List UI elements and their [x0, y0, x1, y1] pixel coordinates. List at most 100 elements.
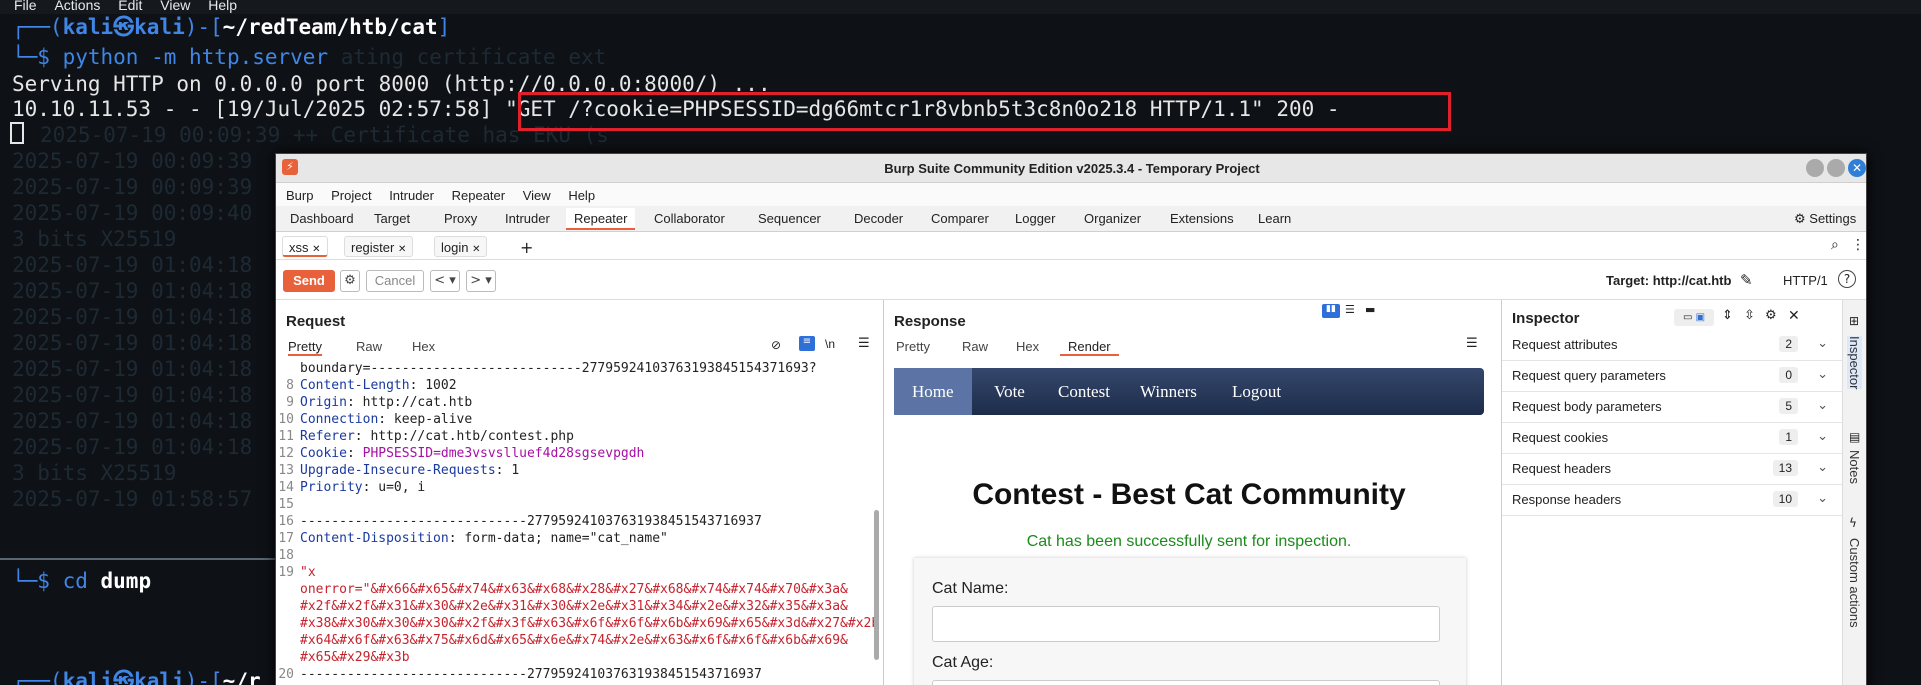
tab-extensions[interactable]: Extensions: [1162, 208, 1242, 230]
split-horizontal-icon[interactable]: ☰: [1345, 303, 1355, 316]
tab-learn[interactable]: Learn: [1250, 208, 1299, 230]
menu-view[interactable]: View: [160, 0, 190, 12]
tab-repeater[interactable]: Repeater: [566, 208, 636, 230]
more-icon[interactable]: ⋮: [1851, 237, 1865, 253]
inspector-row[interactable]: Request cookies 1 ⌄: [1502, 423, 1842, 454]
nav-home[interactable]: Home: [894, 368, 972, 415]
menu-view[interactable]: View: [523, 188, 551, 203]
close-icon[interactable]: ✕: [472, 244, 480, 255]
close-icon[interactable]: ✕: [1788, 308, 1800, 324]
menu-icon[interactable]: ☰: [858, 336, 870, 351]
chevron-down-icon[interactable]: ⌄: [1817, 367, 1828, 382]
ghost-log-line: 2025-07-19 01:04:18: [12, 279, 253, 303]
menu-intruder[interactable]: Intruder: [389, 188, 434, 203]
add-tab-icon[interactable]: +: [520, 238, 533, 257]
subtab-xss[interactable]: xss ✕: [282, 236, 328, 257]
code-line: 17 Content-Disposition: form-data; name="…: [276, 530, 876, 547]
close-icon[interactable]: ✕: [398, 244, 406, 255]
nav-vote[interactable]: Vote: [976, 368, 1043, 415]
cat-age-input[interactable]: [932, 680, 1440, 685]
tab-proxy[interactable]: Proxy: [436, 208, 485, 230]
tab-target[interactable]: Target: [366, 208, 418, 230]
inspector-row[interactable]: Request body parameters 5 ⌄: [1502, 392, 1842, 423]
cat-name-input[interactable]: [932, 606, 1440, 642]
nav-logout[interactable]: Logout: [1214, 368, 1299, 415]
chevron-down-icon[interactable]: ⌄: [1817, 429, 1828, 444]
subtab-register[interactable]: register ✕: [344, 236, 414, 257]
side-tab-notes[interactable]: Notes: [1847, 450, 1862, 484]
edit-target-icon[interactable]: ✎: [1740, 271, 1753, 289]
inspector-row[interactable]: Request headers 13 ⌄: [1502, 454, 1842, 485]
split-vertical-icon[interactable]: ▮▮: [1322, 304, 1340, 318]
window-titlebar[interactable]: ⚡ Burp Suite Community Edition v2025.3.4…: [276, 154, 1866, 183]
tab-sequencer[interactable]: Sequencer: [750, 208, 829, 230]
gear-icon[interactable]: ⚙: [340, 270, 360, 292]
lightning-icon: ϟ: [1849, 516, 1857, 530]
tab-collaborator[interactable]: Collaborator: [646, 208, 733, 230]
side-tab-custom-actions[interactable]: Custom actions: [1847, 538, 1862, 628]
menu-edit[interactable]: Edit: [118, 0, 142, 12]
header-name: Upgrade-Insecure-Requests: [300, 463, 496, 478]
inspector-row[interactable]: Request query parameters 0 ⌄: [1502, 361, 1842, 392]
menu-file[interactable]: File: [14, 0, 37, 12]
menu-repeater[interactable]: Repeater: [452, 188, 505, 203]
inspector-row[interactable]: Request attributes 2 ⌄: [1502, 330, 1842, 361]
tab-intruder[interactable]: Intruder: [497, 208, 558, 230]
payload-text: #x64&#x6f&#x63&#x75&#x6d&#x65&#x6e&#x74&…: [300, 633, 848, 648]
forward-button[interactable]: > ▾: [466, 270, 496, 292]
resp-view-render[interactable]: Render: [1060, 339, 1119, 356]
inspector-row[interactable]: Response headers 10 ⌄: [1502, 485, 1842, 516]
side-tab-inspector[interactable]: Inspector: [1847, 336, 1862, 390]
back-button[interactable]: < ▾: [430, 270, 460, 292]
layout-toggle[interactable]: ▭ ▣: [1674, 309, 1714, 326]
nav-contest[interactable]: Contest: [1040, 368, 1128, 415]
menu-actions[interactable]: Actions: [54, 0, 100, 12]
chevron-down-icon[interactable]: ⌄: [1817, 491, 1828, 506]
menu-icon[interactable]: ☰: [1466, 336, 1478, 351]
nav-winners[interactable]: Winners: [1122, 368, 1215, 415]
close-button[interactable]: ✕: [1848, 159, 1866, 177]
req-view-pretty[interactable]: Pretty: [288, 339, 322, 356]
search-icon[interactable]: ⌕: [1831, 237, 1839, 253]
chevron-down-icon[interactable]: ⌄: [1817, 398, 1828, 413]
payload-text: #x65&#x29&#x3b: [300, 650, 410, 665]
cancel-button[interactable]: Cancel: [366, 270, 424, 292]
inspector-row-label: Request headers: [1512, 461, 1612, 476]
menu-help[interactable]: Help: [208, 0, 237, 12]
resp-view-pretty[interactable]: Pretty: [896, 339, 930, 354]
resp-view-hex[interactable]: Hex: [1016, 339, 1039, 354]
settings-button[interactable]: ⚙ Settings: [1786, 208, 1864, 230]
tab-comparer[interactable]: Comparer: [923, 208, 997, 230]
req-view-hex[interactable]: Hex: [412, 339, 435, 354]
expand-all-icon[interactable]: ⇕: [1722, 308, 1733, 323]
wrap-icon[interactable]: ≡: [799, 336, 815, 351]
send-button[interactable]: Send: [283, 270, 335, 292]
subtab-login[interactable]: login ✕: [434, 236, 488, 257]
minimize-button[interactable]: [1806, 159, 1824, 177]
chevron-down-icon[interactable]: ⌄: [1817, 336, 1828, 351]
request-editor[interactable]: boundary=---------------------------2779…: [276, 360, 876, 685]
http-version[interactable]: HTTP/1: [1783, 273, 1828, 288]
menu-help[interactable]: Help: [568, 188, 595, 203]
maximize-button[interactable]: [1827, 159, 1845, 177]
gear-icon[interactable]: ⚙: [1765, 308, 1777, 323]
inspector-row-count: 10: [1772, 491, 1798, 507]
help-icon[interactable]: ?: [1838, 270, 1856, 288]
menu-project[interactable]: Project: [331, 188, 371, 203]
body-text: -----------------------------27795924103…: [300, 667, 762, 682]
close-icon[interactable]: ✕: [312, 244, 320, 255]
menu-burp[interactable]: Burp: [286, 188, 313, 203]
collapse-all-icon[interactable]: ⇳: [1744, 308, 1755, 323]
tab-logger[interactable]: Logger: [1007, 208, 1063, 230]
single-view-icon[interactable]: ▬: [1365, 303, 1375, 316]
tab-organizer[interactable]: Organizer: [1076, 208, 1149, 230]
req-view-raw[interactable]: Raw: [356, 339, 382, 354]
scrollbar[interactable]: [874, 510, 879, 660]
newline-icon[interactable]: \n: [825, 337, 835, 351]
tab-decoder[interactable]: Decoder: [846, 208, 911, 230]
tab-dashboard[interactable]: Dashboard: [282, 208, 362, 230]
code-line: 14 Priority: u=0, i: [276, 479, 876, 496]
resp-view-raw[interactable]: Raw: [962, 339, 988, 354]
chevron-down-icon[interactable]: ⌄: [1817, 460, 1828, 475]
hide-icon[interactable]: ⊘: [771, 338, 781, 352]
